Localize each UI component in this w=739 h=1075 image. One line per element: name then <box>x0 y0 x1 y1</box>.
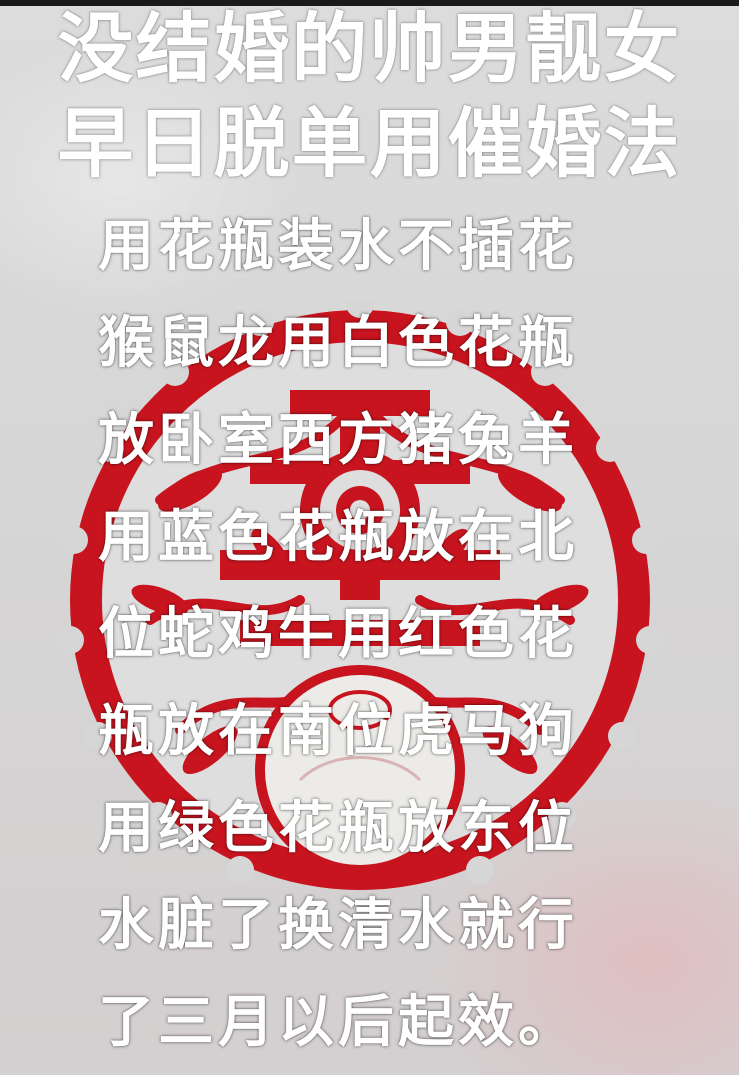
body-line-1: 用花瓶装水不插花 <box>98 214 578 279</box>
body-line-8: 水脏了换清水就行 <box>98 893 578 958</box>
headline-line-1: 没结婚的帅男靓女 <box>57 4 682 93</box>
body-line-4: 用蓝色花瓶放在北 <box>98 505 578 570</box>
body-line-6: 瓶放在南位虎马狗 <box>98 699 578 764</box>
body-line-7: 用绿色花瓶放东位 <box>98 796 578 861</box>
text-overlay: 没结婚的帅男靓女 早日脱单用催婚法 用花瓶装水不插花 猴鼠龙用白色花瓶 放卧室西… <box>0 0 739 1075</box>
body-line-3: 放卧室西方猪兔羊 <box>98 408 578 473</box>
background-photo: 没结婚的帅男靓女 早日脱单用催婚法 用花瓶装水不插花 猴鼠龙用白色花瓶 放卧室西… <box>0 0 739 1075</box>
body-line-9: 了三月以后起效。 <box>98 990 578 1055</box>
body-line-2: 猴鼠龙用白色花瓶 <box>98 311 578 376</box>
body-line-5: 位蛇鸡牛用红色花 <box>98 602 578 667</box>
headline-line-2: 早日脱单用催婚法 <box>57 99 682 188</box>
